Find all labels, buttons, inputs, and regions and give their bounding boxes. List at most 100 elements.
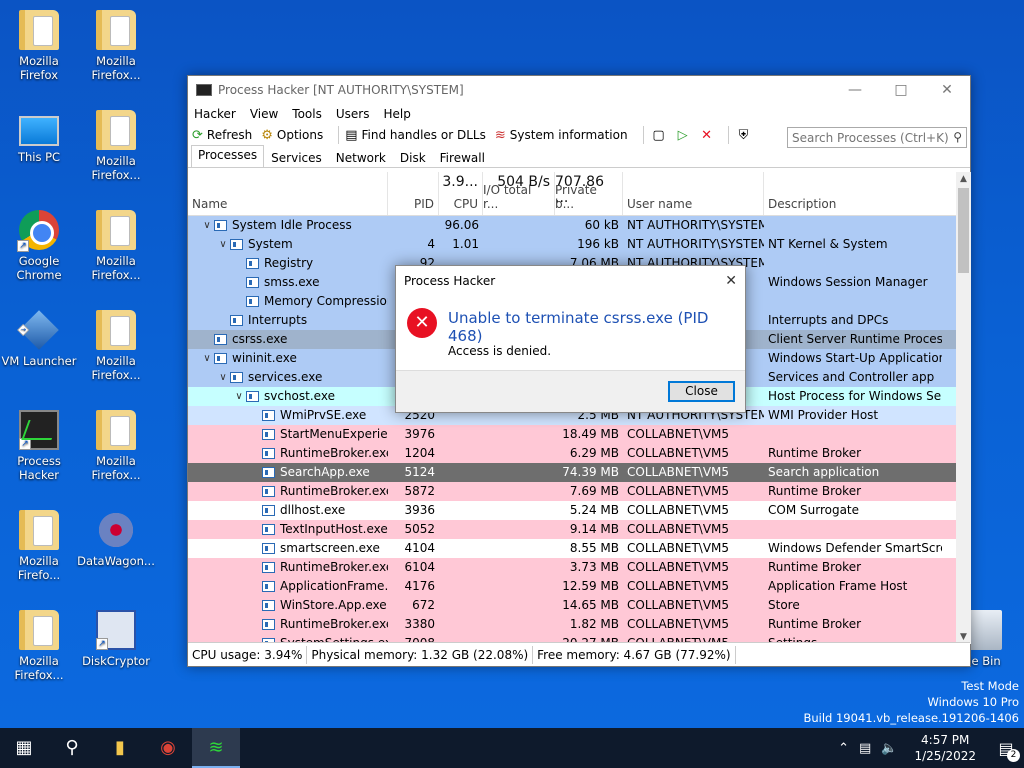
scrollbar-thumb[interactable]: [958, 188, 969, 273]
notification-center-icon[interactable]: ▤ 2: [988, 739, 1024, 762]
desktop-icon[interactable]: ↗ Process Hacker: [0, 410, 78, 482]
process-cpu-cell: [439, 463, 483, 482]
process-pid-cell: 5124: [404, 465, 435, 479]
desktop-icon[interactable]: Mozilla Firefox: [0, 10, 78, 82]
desktop-icon[interactable]: ↗ VM Launcher: [0, 310, 78, 368]
find-handles-button[interactable]: ▤ Find handles or DLLs: [345, 128, 486, 143]
desktop-icon[interactable]: Mozilla Firefo...: [0, 510, 78, 582]
toolbar-separator: [642, 126, 644, 144]
column-user-name[interactable]: User name: [623, 172, 764, 215]
expand-chevron-icon[interactable]: ∨: [232, 387, 246, 406]
process-row[interactable]: ApplicationFrame... 4176 12.59 MB COLLABNET…: [188, 577, 956, 596]
chrome-taskbar-icon[interactable]: ◉: [144, 728, 192, 768]
process-priv-cell: 3.73 MB: [569, 560, 619, 574]
expand-chevron-icon[interactable]: ∨: [216, 235, 230, 254]
process-row[interactable]: smartscreen.exe 4104 8.55 MB COLLABNET\VM5 W…: [188, 539, 956, 558]
column-io[interactable]: 504 B/s I/O total r...: [483, 172, 555, 215]
desktop-icon[interactable]: DataWagon...: [77, 510, 155, 568]
folder-icon: [96, 110, 136, 150]
menu-hacker[interactable]: Hacker: [194, 107, 236, 121]
expand-chevron-icon[interactable]: ∨: [200, 216, 214, 235]
process-priv-cell: 14.65 MB: [562, 598, 619, 612]
process-icon: [262, 524, 275, 535]
desktop-icon[interactable]: This PC: [0, 110, 78, 164]
process-row[interactable]: TextInputHost.exe 5052 9.14 MB COLLABNET\VM…: [188, 520, 956, 539]
process-icon: [262, 600, 275, 611]
shield-icon[interactable]: ⛨: [735, 128, 753, 143]
menu-view[interactable]: View: [250, 107, 278, 121]
scroll-down-arrow-icon[interactable]: ▼: [956, 632, 971, 642]
column-private-bytes[interactable]: 707.86 ... Private b...: [555, 172, 623, 215]
tab-services[interactable]: Services: [264, 148, 329, 167]
process-row[interactable]: ∨ System 4 1.01 196 kB NT AUTHORITY\SYSTEM NT …: [188, 235, 956, 254]
network-icon[interactable]: ▤: [859, 741, 871, 756]
refresh-button[interactable]: ⟳ Refresh: [192, 128, 252, 143]
error-dialog: Process Hacker ✕ ✕ Unable to terminate c…: [395, 265, 746, 413]
error-icon: ✕: [407, 308, 437, 338]
process-row[interactable]: dllhost.exe 3936 5.24 MB COLLABNET\VM5 COM S…: [188, 501, 956, 520]
search-processes-input[interactable]: [787, 127, 967, 148]
start-button[interactable]: ▦: [0, 728, 48, 768]
process-row[interactable]: WinStore.App.exe 672 14.65 MB COLLABNET\VM5…: [188, 596, 956, 615]
maximize-button[interactable]: □: [878, 76, 924, 104]
desktop-icon[interactable]: ↗ DiskCryptor: [77, 610, 155, 668]
terminate-icon[interactable]: ✕: [698, 128, 716, 143]
expand-chevron-icon[interactable]: ∨: [216, 368, 230, 387]
dialog-detail: Access is denied.: [448, 344, 552, 358]
scroll-up-arrow-icon[interactable]: ▲: [956, 174, 971, 184]
column-cpu[interactable]: 3.9... CPU: [439, 172, 483, 215]
tab-disk[interactable]: Disk: [393, 148, 433, 167]
desktop-icon[interactable]: Mozilla Firefox...: [77, 110, 155, 182]
volume-muted-icon[interactable]: 🔈: [881, 741, 897, 756]
clock[interactable]: 4:57 PM 1/25/2022: [914, 732, 976, 764]
menu-help[interactable]: Help: [383, 107, 410, 121]
process-name-cell: RuntimeBroker.exe: [188, 444, 388, 463]
column-name[interactable]: Name: [188, 172, 388, 215]
chart-icon: ≋: [494, 127, 506, 143]
desktop-icon[interactable]: ↗ Google Chrome: [0, 210, 78, 282]
desktop-icon[interactable]: Mozilla Firefox...: [77, 310, 155, 382]
search-icon[interactable]: ⚲: [953, 130, 962, 144]
dialog-title-bar[interactable]: Process Hacker ✕: [396, 266, 745, 296]
search-taskbar-icon[interactable]: ⚲: [48, 728, 96, 768]
diskcryptor-icon: ↗: [96, 610, 136, 650]
dialog-close-icon[interactable]: ✕: [725, 266, 737, 296]
desktop-icon[interactable]: Mozilla Firefox...: [77, 210, 155, 282]
file-explorer-icon[interactable]: ▮: [96, 728, 144, 768]
process-desc-cell: Host Process for Windows Ser...: [768, 389, 942, 403]
tab-firewall[interactable]: Firewall: [433, 148, 492, 167]
menu-tools[interactable]: Tools: [292, 107, 322, 121]
process-row[interactable]: ∨ System Idle Process 96.06 60 kB NT AUTHORI…: [188, 216, 956, 235]
chevron-up-icon[interactable]: ⌃: [838, 741, 849, 756]
system-information-button[interactable]: ≋ System information: [495, 128, 628, 143]
process-row[interactable]: RuntimeBroker.exe 3380 1.82 MB COLLABNET\VM…: [188, 615, 956, 634]
tab-processes[interactable]: Processes: [191, 145, 265, 167]
desktop-icon[interactable]: Mozilla Firefox...: [77, 10, 155, 82]
process-io-cell: [483, 482, 555, 501]
process-hacker-icon: [196, 84, 212, 96]
process-row[interactable]: StartMenuExperie... 3976 18.49 MB COLLABNET…: [188, 425, 956, 444]
process-row[interactable]: RuntimeBroker.exe 1204 6.29 MB COLLABNET\VM…: [188, 444, 956, 463]
tab-network[interactable]: Network: [329, 148, 393, 167]
desktop-icon[interactable]: Mozilla Firefox...: [0, 610, 78, 682]
chrome-icon: ↗: [17, 210, 59, 252]
close-window-button[interactable]: ✕: [924, 76, 970, 104]
process-icon: [262, 619, 275, 630]
menu-users[interactable]: Users: [336, 107, 370, 121]
process-name-cell: TextInputHost.exe: [188, 520, 388, 539]
column-description[interactable]: Description: [764, 172, 944, 215]
process-row[interactable]: RuntimeBroker.exe 5872 7.69 MB COLLABNET\VM…: [188, 482, 956, 501]
options-button[interactable]: ⚙ Options: [261, 128, 323, 143]
process-row[interactable]: SearchApp.exe 5124 74.39 MB COLLABNET\VM5 Se…: [188, 463, 956, 482]
process-row[interactable]: RuntimeBroker.exe 6104 3.73 MB COLLABNET\VM…: [188, 558, 956, 577]
minimize-button[interactable]: —: [832, 76, 878, 104]
dialog-close-button[interactable]: Close: [668, 381, 735, 402]
window-go-icon[interactable]: ▷: [674, 128, 692, 143]
window-icon[interactable]: ▢: [650, 128, 668, 143]
expand-chevron-icon[interactable]: ∨: [200, 349, 214, 368]
column-pid[interactable]: PID: [388, 172, 439, 215]
desktop-icon[interactable]: Mozilla Firefox...: [77, 410, 155, 482]
vertical-scrollbar[interactable]: ▲ ▼: [956, 172, 971, 644]
process-hacker-taskbar-icon[interactable]: ≋: [192, 728, 240, 768]
title-bar[interactable]: Process Hacker [NT AUTHORITY\SYSTEM] — □…: [188, 76, 970, 104]
